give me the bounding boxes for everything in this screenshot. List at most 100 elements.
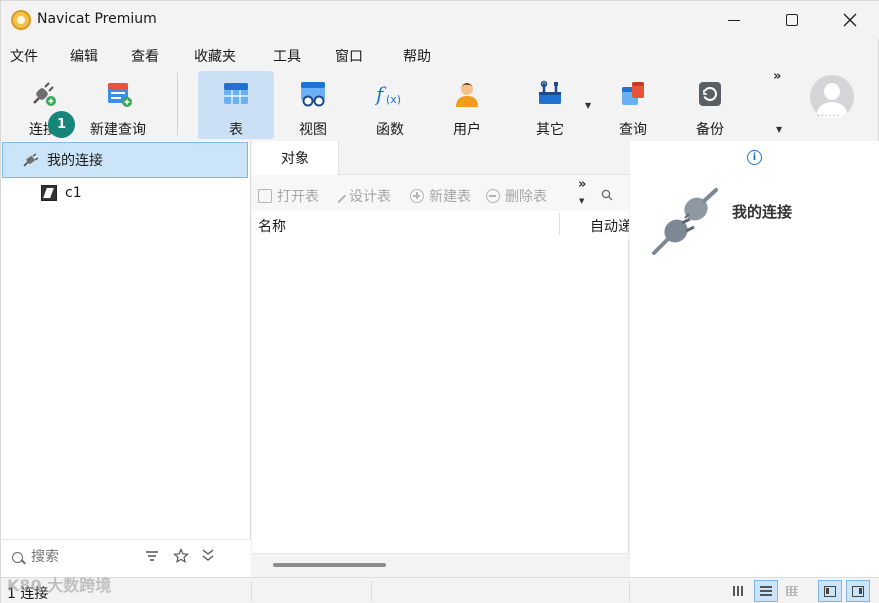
column-auto-increment-header[interactable]: 自动递增值 [590, 216, 629, 236]
list-view-button[interactable] [754, 580, 778, 602]
title-bar: Navicat Premium [1, 1, 879, 39]
tools-icon [539, 80, 561, 104]
view-button[interactable]: 视图 [287, 71, 339, 139]
user-button[interactable]: 用户 [441, 71, 493, 139]
menu-help[interactable]: 帮助 [403, 46, 431, 66]
view-label: 视图 [299, 122, 327, 138]
step-badge: 1 [48, 111, 75, 138]
status-divider [629, 581, 630, 601]
column-name-header[interactable]: 名称 [258, 216, 286, 236]
svg-text:(x): (x) [386, 93, 401, 106]
close-button[interactable] [821, 1, 879, 39]
other-dropdown-icon[interactable]: ▼ [585, 101, 591, 110]
menu-file[interactable]: 文件 [10, 46, 38, 66]
horizontal-scrollbar[interactable] [252, 553, 629, 577]
tree-item-c1[interactable]: c1 [41, 183, 82, 203]
new-query-icon [108, 83, 132, 107]
maximize-button[interactable] [763, 1, 821, 39]
scrollbar-thumb[interactable] [273, 563, 386, 567]
info-icon[interactable]: i [747, 150, 762, 165]
toolbar-more-chevron-icon[interactable]: » [773, 69, 781, 84]
column-divider[interactable] [559, 213, 560, 235]
toggle-left-panel-button[interactable] [818, 580, 842, 602]
filter-icon[interactable] [145, 550, 159, 562]
connection-tree-pane: 我的连接 c1 [1, 141, 251, 577]
detail-view-icon [786, 586, 798, 596]
other-button[interactable]: 其它 [523, 71, 577, 139]
open-table-button[interactable]: 打开表 [258, 186, 319, 206]
menu-edit[interactable]: 编辑 [70, 46, 98, 66]
navicat-logo-icon [11, 10, 31, 30]
object-toolbar: 打开表 设计表 新建表 删除表 » ▼ [252, 175, 629, 211]
open-table-label: 打开表 [277, 189, 319, 205]
query-icon [622, 82, 644, 105]
new-table-label: 新建表 [429, 189, 471, 205]
new-table-button[interactable]: 新建表 [410, 186, 471, 206]
folder-open-icon [258, 189, 272, 203]
design-table-label: 设计表 [349, 189, 391, 205]
close-icon [843, 13, 857, 27]
plus-circle-icon [410, 189, 424, 203]
maximize-icon [786, 14, 798, 26]
object-column-header: 名称 自动递增值 [252, 211, 629, 239]
watermark-text: K80 大数跨境 [7, 576, 112, 595]
info-pane: i 我的连接 [630, 141, 879, 577]
detail-view-button[interactable] [780, 580, 804, 602]
table-label: 表 [229, 122, 243, 138]
tree-item-my-connections[interactable]: 我的连接 [2, 142, 248, 178]
table-icon [224, 83, 248, 104]
new-query-button[interactable]: 新建查询 [85, 71, 151, 139]
menu-tools[interactable]: 工具 [273, 46, 301, 66]
right-panel-icon [852, 585, 864, 597]
tree-root-label: 我的连接 [47, 153, 103, 169]
minimize-button[interactable] [705, 1, 763, 39]
new-query-label: 新建查询 [90, 122, 146, 138]
avatar-status-dots: ...... [817, 109, 841, 119]
function-button[interactable]: f (x) 函数 [364, 71, 416, 139]
collapse-icon[interactable] [201, 548, 215, 562]
table-button[interactable]: 表 [198, 71, 274, 139]
delete-table-label: 删除表 [505, 189, 547, 205]
tree-child-label: c1 [65, 185, 82, 201]
left-panel-icon [824, 585, 836, 597]
main-toolbar: 连接 1 新建查询 表 视图 f (x) 函数 用户 其它 ▼ 查询 备份 » … [1, 69, 879, 141]
delete-table-button[interactable]: 删除表 [486, 186, 547, 206]
function-icon: f (x) [375, 82, 401, 106]
star-icon[interactable] [173, 548, 189, 564]
design-table-button[interactable]: 设计表 [331, 186, 391, 206]
object-search-icon[interactable] [601, 189, 613, 201]
toggle-right-panel-button[interactable] [846, 580, 870, 602]
other-label: 其它 [536, 122, 564, 138]
backup-button[interactable]: 备份 [684, 71, 736, 139]
toolbar-more-dropdown-icon[interactable]: ▼ [776, 125, 782, 134]
toolbar-separator [177, 73, 178, 135]
menu-bar: 文件 编辑 查看 收藏夹 工具 窗口 帮助 [1, 41, 879, 69]
menu-window[interactable]: 窗口 [335, 46, 363, 66]
function-label: 函数 [376, 122, 404, 138]
object-toolbar-more-chevron-icon[interactable]: » [578, 177, 586, 192]
grid-view-icon [733, 586, 745, 596]
search-input[interactable] [31, 549, 131, 565]
user-label: 用户 [453, 122, 481, 138]
query-button[interactable]: 查询 [607, 71, 659, 139]
avatar-head-icon [824, 83, 840, 100]
plug-icon [23, 153, 39, 167]
pencil-icon [331, 188, 347, 204]
user-icon [456, 83, 478, 107]
menu-view[interactable]: 查看 [131, 46, 159, 66]
menu-favorites[interactable]: 收藏夹 [194, 46, 236, 66]
backup-icon [699, 82, 721, 106]
view-icon [301, 82, 325, 107]
tab-objects[interactable]: 对象 [252, 141, 339, 175]
minimize-icon [728, 19, 740, 21]
object-toolbar-dropdown-icon[interactable]: ▼ [579, 197, 584, 205]
backup-label: 备份 [696, 122, 724, 138]
status-divider [251, 581, 252, 601]
list-view-icon [760, 586, 772, 596]
connection-c1-icon [41, 185, 57, 201]
minus-circle-icon [486, 189, 500, 203]
window-title: Navicat Premium [37, 11, 157, 27]
status-divider [371, 581, 372, 601]
app-window: Navicat Premium 文件 编辑 查看 收藏夹 工具 窗口 帮助 连接… [0, 0, 879, 603]
grid-view-button[interactable] [727, 580, 751, 602]
